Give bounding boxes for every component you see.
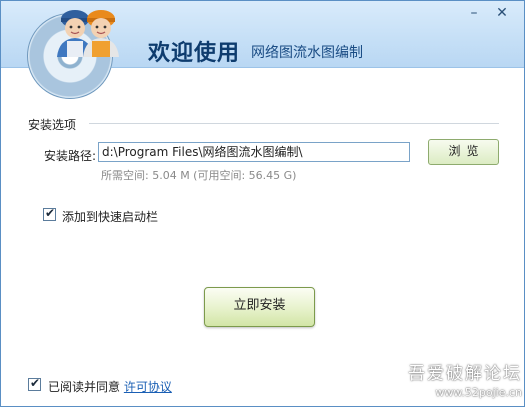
agree-label: 已阅读并同意 <box>48 380 121 394</box>
header-banner: 欢迎使用 网络图流水图编制 – ✕ <box>1 1 524 99</box>
install-now-button[interactable]: 立即安装 <box>204 287 315 327</box>
app-name: 网络图流水图编制 <box>251 45 363 61</box>
installer-window: 欢迎使用 网络图流水图编制 – ✕ 安装选项 安装路径: d:\Program … <box>0 0 525 407</box>
watermark: 吾爱破解论坛 www.52pojie.cn <box>404 359 522 399</box>
checkmark-icon: ✔ <box>30 376 41 390</box>
worker-right-icon <box>83 10 119 57</box>
close-button[interactable]: ✕ <box>491 5 513 21</box>
watermark-line2: www.52pojie.cn <box>435 386 522 399</box>
checkmark-icon: ✔ <box>45 206 56 220</box>
welcome-title: 欢迎使用 <box>148 41 241 66</box>
agree-checkbox[interactable]: ✔ <box>28 376 41 391</box>
quick-launch-checkbox[interactable]: ✔ <box>43 206 56 221</box>
minimize-button[interactable]: – <box>463 5 485 21</box>
install-options-heading: 安装选项 <box>28 118 77 132</box>
install-path-input[interactable]: d:\Program Files\网络图流水图编制\ <box>98 142 410 162</box>
watermark-line1: 吾爱破解论坛 <box>408 364 522 384</box>
browse-button[interactable]: 浏览 <box>428 139 499 165</box>
quick-launch-label: 添加到快速启动栏 <box>62 210 159 224</box>
install-path-label: 安装路径: <box>44 149 97 163</box>
disk-space-info: 所需空间: 5.04 M (可用空间: 56.45 G) <box>101 169 297 182</box>
license-agreement-link[interactable]: 许可协议 <box>124 380 172 394</box>
section-divider <box>89 123 499 124</box>
agree-text: 已阅读并同意 许可协议 <box>48 378 172 395</box>
